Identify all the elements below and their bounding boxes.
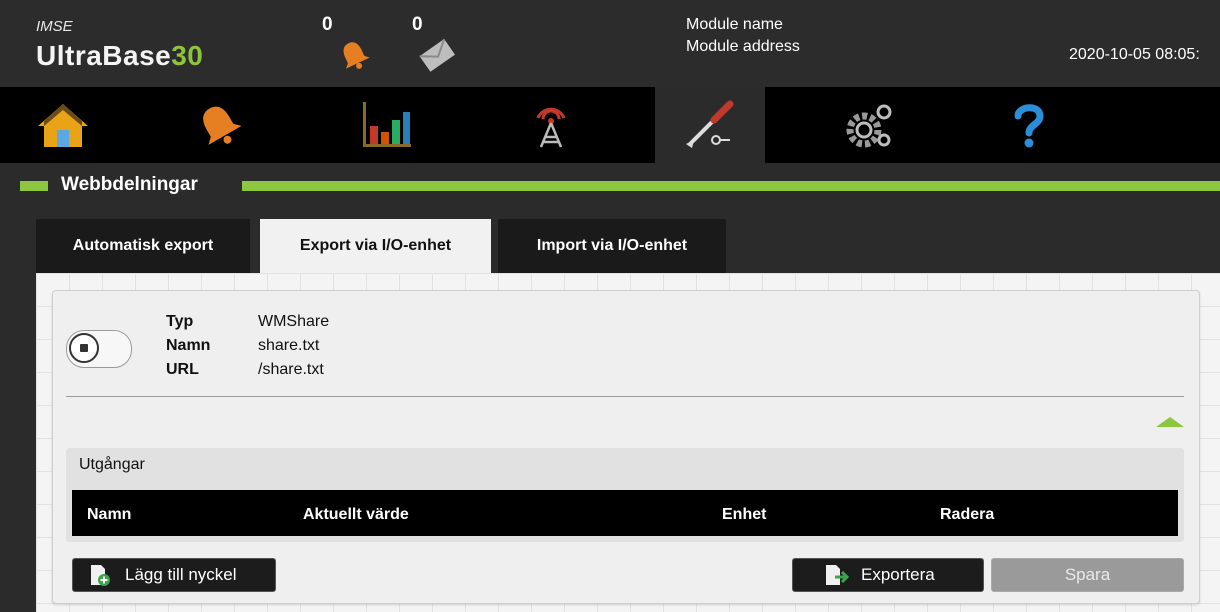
alarm-bell-icon[interactable] [336,38,372,77]
column-header-name[interactable]: Namn [87,506,131,524]
toggle-knob [69,333,99,363]
home-icon [38,104,88,147]
collapse-arrow-icon[interactable] [1156,417,1184,427]
add-key-button[interactable]: Lägg till nyckel [72,558,276,592]
share-panel [52,290,1200,604]
url-label: URL [166,361,199,378]
chart-icon [363,102,411,147]
brand-small: IMSE [36,18,73,35]
main-nav [0,87,1220,163]
nav-tools[interactable] [655,87,765,163]
add-document-icon [91,565,110,586]
outputs-title: Utgångar [79,456,145,473]
antenna-icon [536,107,566,148]
module-info: Module name Module address [686,14,800,58]
tab-automatic-export[interactable]: Automatisk export [36,219,250,273]
section-header: Webbdelningar [0,163,1220,208]
share-toggle[interactable] [66,330,132,368]
message-count: 0 [412,14,423,35]
datetime: 2020-10-05 08:05: [1069,46,1200,63]
column-header-unit[interactable]: Enhet [722,506,766,524]
column-header-value[interactable]: Aktuellt värde [303,506,409,524]
gear-icon [846,104,892,148]
nav-charts[interactable] [331,87,441,163]
app-header: IMSE UltraBase30 0 0 Module name Module … [0,0,1220,87]
type-label: Typ [166,313,194,330]
export-label: Exportera [861,565,935,584]
module-name: Module name [686,16,783,33]
column-header-delete[interactable]: Radera [940,506,994,524]
brand-logo: UltraBase30 [36,40,203,72]
nav-settings[interactable] [814,87,924,163]
save-button[interactable]: Spara [991,558,1184,592]
module-address: Module address [686,38,800,55]
tab-import-io[interactable]: Import via I/O-enhet [498,219,726,273]
nav-communication[interactable] [496,87,606,163]
export-button[interactable]: Exportera [792,558,984,592]
type-value: WMShare [258,313,330,330]
export-icon [826,565,849,585]
brand-num: 30 [171,40,204,71]
nav-alarms[interactable] [164,87,274,163]
nav-help[interactable] [974,87,1084,163]
section-bar-left [20,181,48,191]
section-title: Webbdelningar [61,174,198,195]
url-value: /share.txt [258,361,324,378]
tools-icon [686,100,734,148]
tab-export-io[interactable]: Export via I/O-enhet [260,219,491,273]
divider [66,396,1184,397]
help-icon [1014,104,1044,148]
brand-main: UltraBase [36,40,172,71]
stop-icon [80,344,88,352]
outputs-table-header [72,490,1178,536]
name-label: Namn [166,337,211,354]
section-bar-right [242,181,1220,191]
name-value: share.txt [258,337,320,354]
add-key-label: Lägg till nyckel [125,565,237,584]
alarm-count: 0 [322,14,333,35]
nav-home[interactable] [8,87,118,163]
envelope-icon[interactable] [418,38,456,77]
alarm-bell-icon [203,106,242,145]
